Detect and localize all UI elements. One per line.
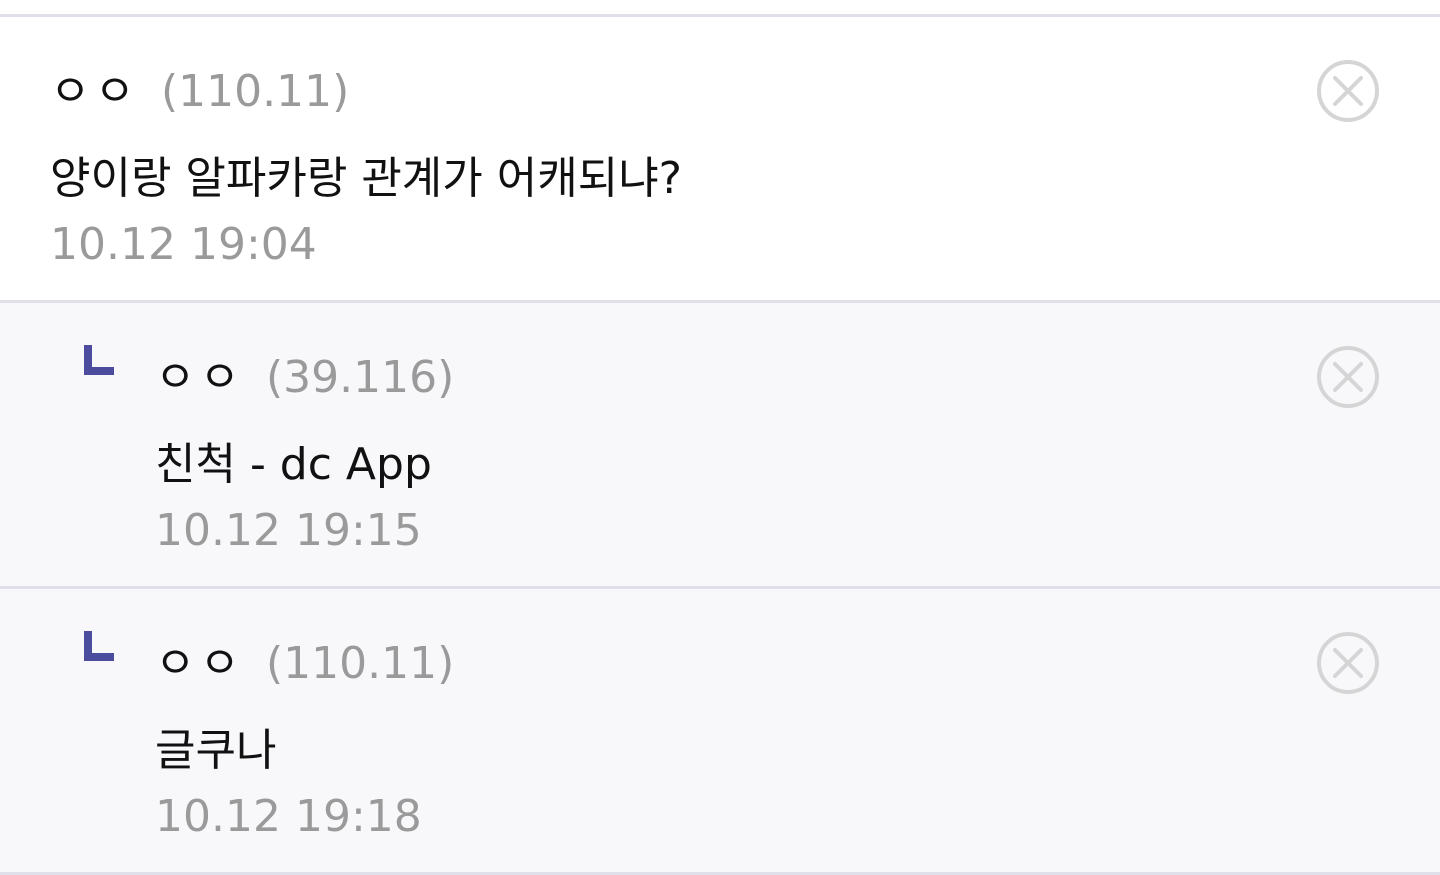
comment-timestamp: 10.12 19:04: [50, 219, 317, 270]
reply-arrow-icon: [84, 631, 114, 661]
close-circle-icon[interactable]: [1316, 345, 1380, 409]
comment-item: ㅇㅇ (110.11) 양이랑 알파카랑 관계가 어캐되냐? 10.12 19:…: [0, 17, 1440, 300]
close-circle-icon[interactable]: [1316, 59, 1380, 123]
comment-nickname[interactable]: ㅇㅇ: [50, 55, 139, 119]
reply-timestamp: 10.12 19:18: [155, 791, 422, 842]
reply-item: ㅇㅇ (110.11) 글쿠나 10.12 19:18: [0, 589, 1440, 872]
reply-nickname[interactable]: ㅇㅇ: [155, 627, 244, 691]
reply-header: ㅇㅇ (110.11): [155, 627, 454, 691]
close-circle-icon[interactable]: [1316, 631, 1380, 695]
comment-text: 양이랑 알파카랑 관계가 어캐되냐?: [50, 153, 683, 204]
reply-nickname[interactable]: ㅇㅇ: [155, 341, 244, 405]
reply-arrow-icon: [84, 345, 114, 375]
reply-text: 글쿠나: [155, 725, 277, 776]
comment-ip: (110.11): [160, 66, 350, 117]
reply-ip: (110.11): [265, 638, 455, 689]
reply-timestamp: 10.12 19:15: [155, 505, 422, 556]
reply-header: ㅇㅇ (39.116): [155, 341, 454, 405]
reply-item: ㅇㅇ (39.116) 친척 - dc App 10.12 19:15: [0, 303, 1440, 586]
comment-header: ㅇㅇ (110.11): [50, 55, 349, 119]
reply-ip: (39.116): [265, 352, 455, 403]
reply-text: 친척 - dc App: [155, 439, 432, 490]
